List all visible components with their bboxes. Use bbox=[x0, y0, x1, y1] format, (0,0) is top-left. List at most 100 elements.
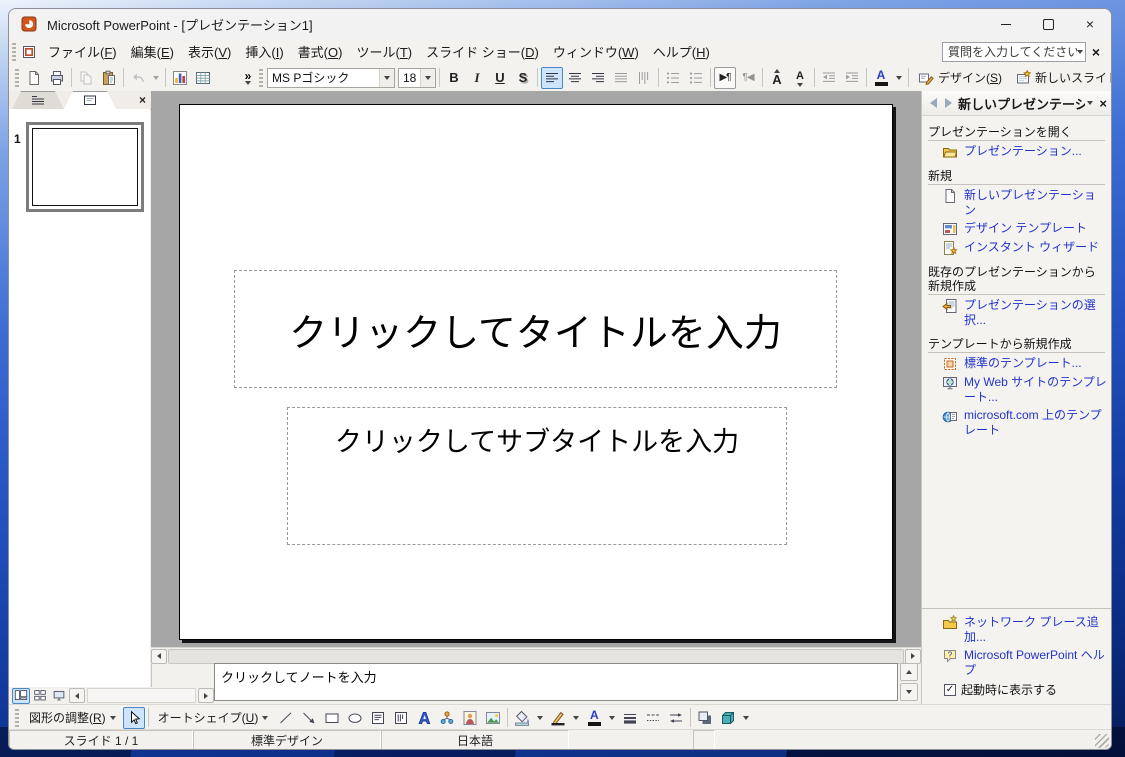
draw-font-color-button[interactable]: A bbox=[583, 707, 605, 729]
slide-thumbnail[interactable] bbox=[26, 122, 144, 212]
insert-clip-art-button[interactable] bbox=[459, 707, 481, 729]
font-size-dropdown-button[interactable] bbox=[420, 68, 435, 87]
add-network-place-link[interactable]: ネットワーク プレース追加... bbox=[942, 615, 1107, 645]
new-slide-button[interactable]: 新しいスライド(N) bbox=[1009, 66, 1111, 89]
text-box-button[interactable] bbox=[367, 707, 389, 729]
menu-tools[interactable]: ツール(T) bbox=[349, 42, 419, 63]
font-color-dropdown-button[interactable] bbox=[893, 67, 905, 89]
question-box[interactable]: 質問を入力してください bbox=[942, 41, 1086, 62]
menubar-close-button[interactable]: × bbox=[1086, 44, 1106, 60]
slide-show-view-button[interactable] bbox=[50, 688, 68, 704]
toolbar-grip[interactable] bbox=[15, 68, 19, 87]
design-template-link[interactable]: デザイン テンプレート bbox=[942, 221, 1107, 237]
toolbar-more-button[interactable]: » bbox=[241, 70, 255, 85]
menu-format[interactable]: 書式(O) bbox=[291, 42, 350, 63]
rectangle-button[interactable] bbox=[321, 707, 343, 729]
three-d-style-button[interactable] bbox=[717, 707, 739, 729]
task-pane-forward-icon[interactable] bbox=[945, 98, 952, 108]
general-templates-link[interactable]: 標準のテンプレート... bbox=[942, 356, 1107, 372]
shadow-style-button[interactable] bbox=[694, 707, 716, 729]
bold-button[interactable]: B bbox=[443, 67, 465, 89]
microsoft-templates-link[interactable]: microsoft.com 上のテンプレート bbox=[942, 408, 1107, 438]
powerpoint-help-link[interactable]: ? Microsoft PowerPoint ヘルプ bbox=[942, 648, 1107, 678]
insert-table-button[interactable] bbox=[192, 67, 214, 89]
menubar-grip[interactable] bbox=[12, 42, 16, 61]
title-placeholder[interactable]: クリックしてタイトルを入力 bbox=[234, 270, 837, 388]
text-shadow-button[interactable]: S bbox=[512, 67, 534, 89]
slides-tab[interactable] bbox=[64, 91, 116, 109]
toolbar-grip[interactable] bbox=[15, 708, 19, 727]
line-color-dropdown-button[interactable] bbox=[570, 707, 582, 729]
maximize-button[interactable] bbox=[1027, 9, 1069, 39]
title-bar[interactable]: Microsoft PowerPoint - [プレゼンテーション1] × bbox=[9, 9, 1111, 40]
web-site-templates-link[interactable]: My Web サイトのテンプレート... bbox=[942, 375, 1107, 405]
print-button[interactable] bbox=[46, 67, 68, 89]
question-box-dropdown-icon[interactable] bbox=[1077, 49, 1083, 54]
menu-insert[interactable]: 挿入(I) bbox=[238, 42, 290, 63]
fill-color-dropdown-button[interactable] bbox=[534, 707, 546, 729]
dash-style-button[interactable] bbox=[642, 707, 664, 729]
notes-scroll-up-button[interactable] bbox=[900, 663, 918, 681]
task-pane-back-icon[interactable] bbox=[930, 98, 937, 108]
line-color-button[interactable] bbox=[547, 707, 569, 729]
choose-presentation-link[interactable]: プレゼンテーションの選択... bbox=[942, 298, 1107, 328]
outline-tab[interactable] bbox=[12, 91, 64, 109]
menu-slideshow[interactable]: スライド ショー(D) bbox=[419, 42, 546, 63]
draw-font-color-dropdown-button[interactable] bbox=[606, 707, 618, 729]
outline-scroll-left-button[interactable] bbox=[69, 688, 85, 703]
vertical-text-box-button[interactable] bbox=[390, 707, 412, 729]
menu-edit[interactable]: 編集(E) bbox=[124, 42, 181, 63]
normal-view-button[interactable] bbox=[12, 687, 30, 704]
outline-scrollbar-track[interactable] bbox=[87, 688, 196, 703]
ltr-paragraph-button[interactable]: ▶¶ bbox=[714, 66, 736, 89]
insert-chart-button[interactable] bbox=[169, 67, 191, 89]
notes-scroll-down-button[interactable] bbox=[900, 683, 918, 701]
horizontal-scrollbar-thumb[interactable] bbox=[168, 648, 904, 664]
underline-button[interactable]: U bbox=[489, 67, 511, 89]
font-color-button[interactable]: A bbox=[870, 67, 892, 89]
oval-button[interactable] bbox=[344, 707, 366, 729]
arrow-style-button[interactable] bbox=[665, 707, 687, 729]
line-button[interactable] bbox=[275, 707, 297, 729]
presentation-window-icon[interactable] bbox=[21, 44, 37, 60]
align-center-button[interactable] bbox=[564, 67, 586, 89]
notes-pane[interactable]: クリックしてノートを入力 bbox=[214, 663, 898, 701]
scroll-right-button[interactable] bbox=[905, 648, 921, 664]
autoshapes-menu-button[interactable]: オートシェイプ(U) bbox=[152, 706, 275, 729]
font-size-combo[interactable]: 18 bbox=[398, 67, 436, 88]
select-objects-button[interactable] bbox=[122, 706, 145, 729]
horizontal-scrollbar[interactable] bbox=[151, 647, 921, 664]
toolbar-grip[interactable] bbox=[259, 68, 263, 87]
slide-design-button[interactable]: デザイン(S) bbox=[912, 66, 1008, 89]
draw-menu-button[interactable]: 図形の調整(R) bbox=[23, 706, 122, 729]
fill-color-button[interactable] bbox=[511, 707, 533, 729]
subtitle-placeholder[interactable]: クリックしてサブタイトルを入力 bbox=[287, 407, 787, 545]
decrease-font-size-button[interactable]: A bbox=[789, 67, 811, 89]
menu-window[interactable]: ウィンドウ(W) bbox=[546, 42, 646, 63]
align-left-button[interactable] bbox=[541, 66, 563, 89]
outline-scroll-right-button[interactable] bbox=[198, 688, 214, 703]
scroll-left-button[interactable] bbox=[151, 648, 167, 664]
italic-button[interactable]: I bbox=[466, 67, 488, 89]
open-presentation-link[interactable]: プレゼンテーション... bbox=[942, 144, 1107, 160]
insert-picture-button[interactable] bbox=[482, 707, 504, 729]
line-style-button[interactable] bbox=[619, 707, 641, 729]
new-document-button[interactable] bbox=[23, 67, 45, 89]
task-pane-close-button[interactable]: × bbox=[1099, 96, 1107, 111]
increase-font-size-button[interactable]: A bbox=[766, 67, 788, 89]
menu-view[interactable]: 表示(V) bbox=[181, 42, 238, 63]
slide-sorter-view-button[interactable] bbox=[31, 688, 49, 704]
drawbar-options-button[interactable] bbox=[740, 707, 752, 729]
insert-diagram-button[interactable] bbox=[436, 707, 458, 729]
minimize-button[interactable] bbox=[985, 9, 1027, 39]
close-button[interactable]: × bbox=[1069, 9, 1111, 39]
show-at-startup-checkbox[interactable]: ✓ bbox=[944, 683, 956, 696]
menu-file[interactable]: ファイル(F) bbox=[41, 42, 124, 63]
blank-presentation-link[interactable]: 新しいプレゼンテーション bbox=[942, 188, 1107, 218]
align-right-button[interactable] bbox=[587, 67, 609, 89]
font-name-dropdown-button[interactable] bbox=[379, 68, 394, 87]
slide-canvas[interactable]: クリックしてタイトルを入力 クリックしてサブタイトルを入力 bbox=[179, 104, 893, 640]
panel-close-button[interactable]: × bbox=[139, 93, 146, 107]
arrow-button[interactable] bbox=[298, 707, 320, 729]
autocontent-wizard-link[interactable]: インスタント ウィザード bbox=[942, 240, 1107, 256]
